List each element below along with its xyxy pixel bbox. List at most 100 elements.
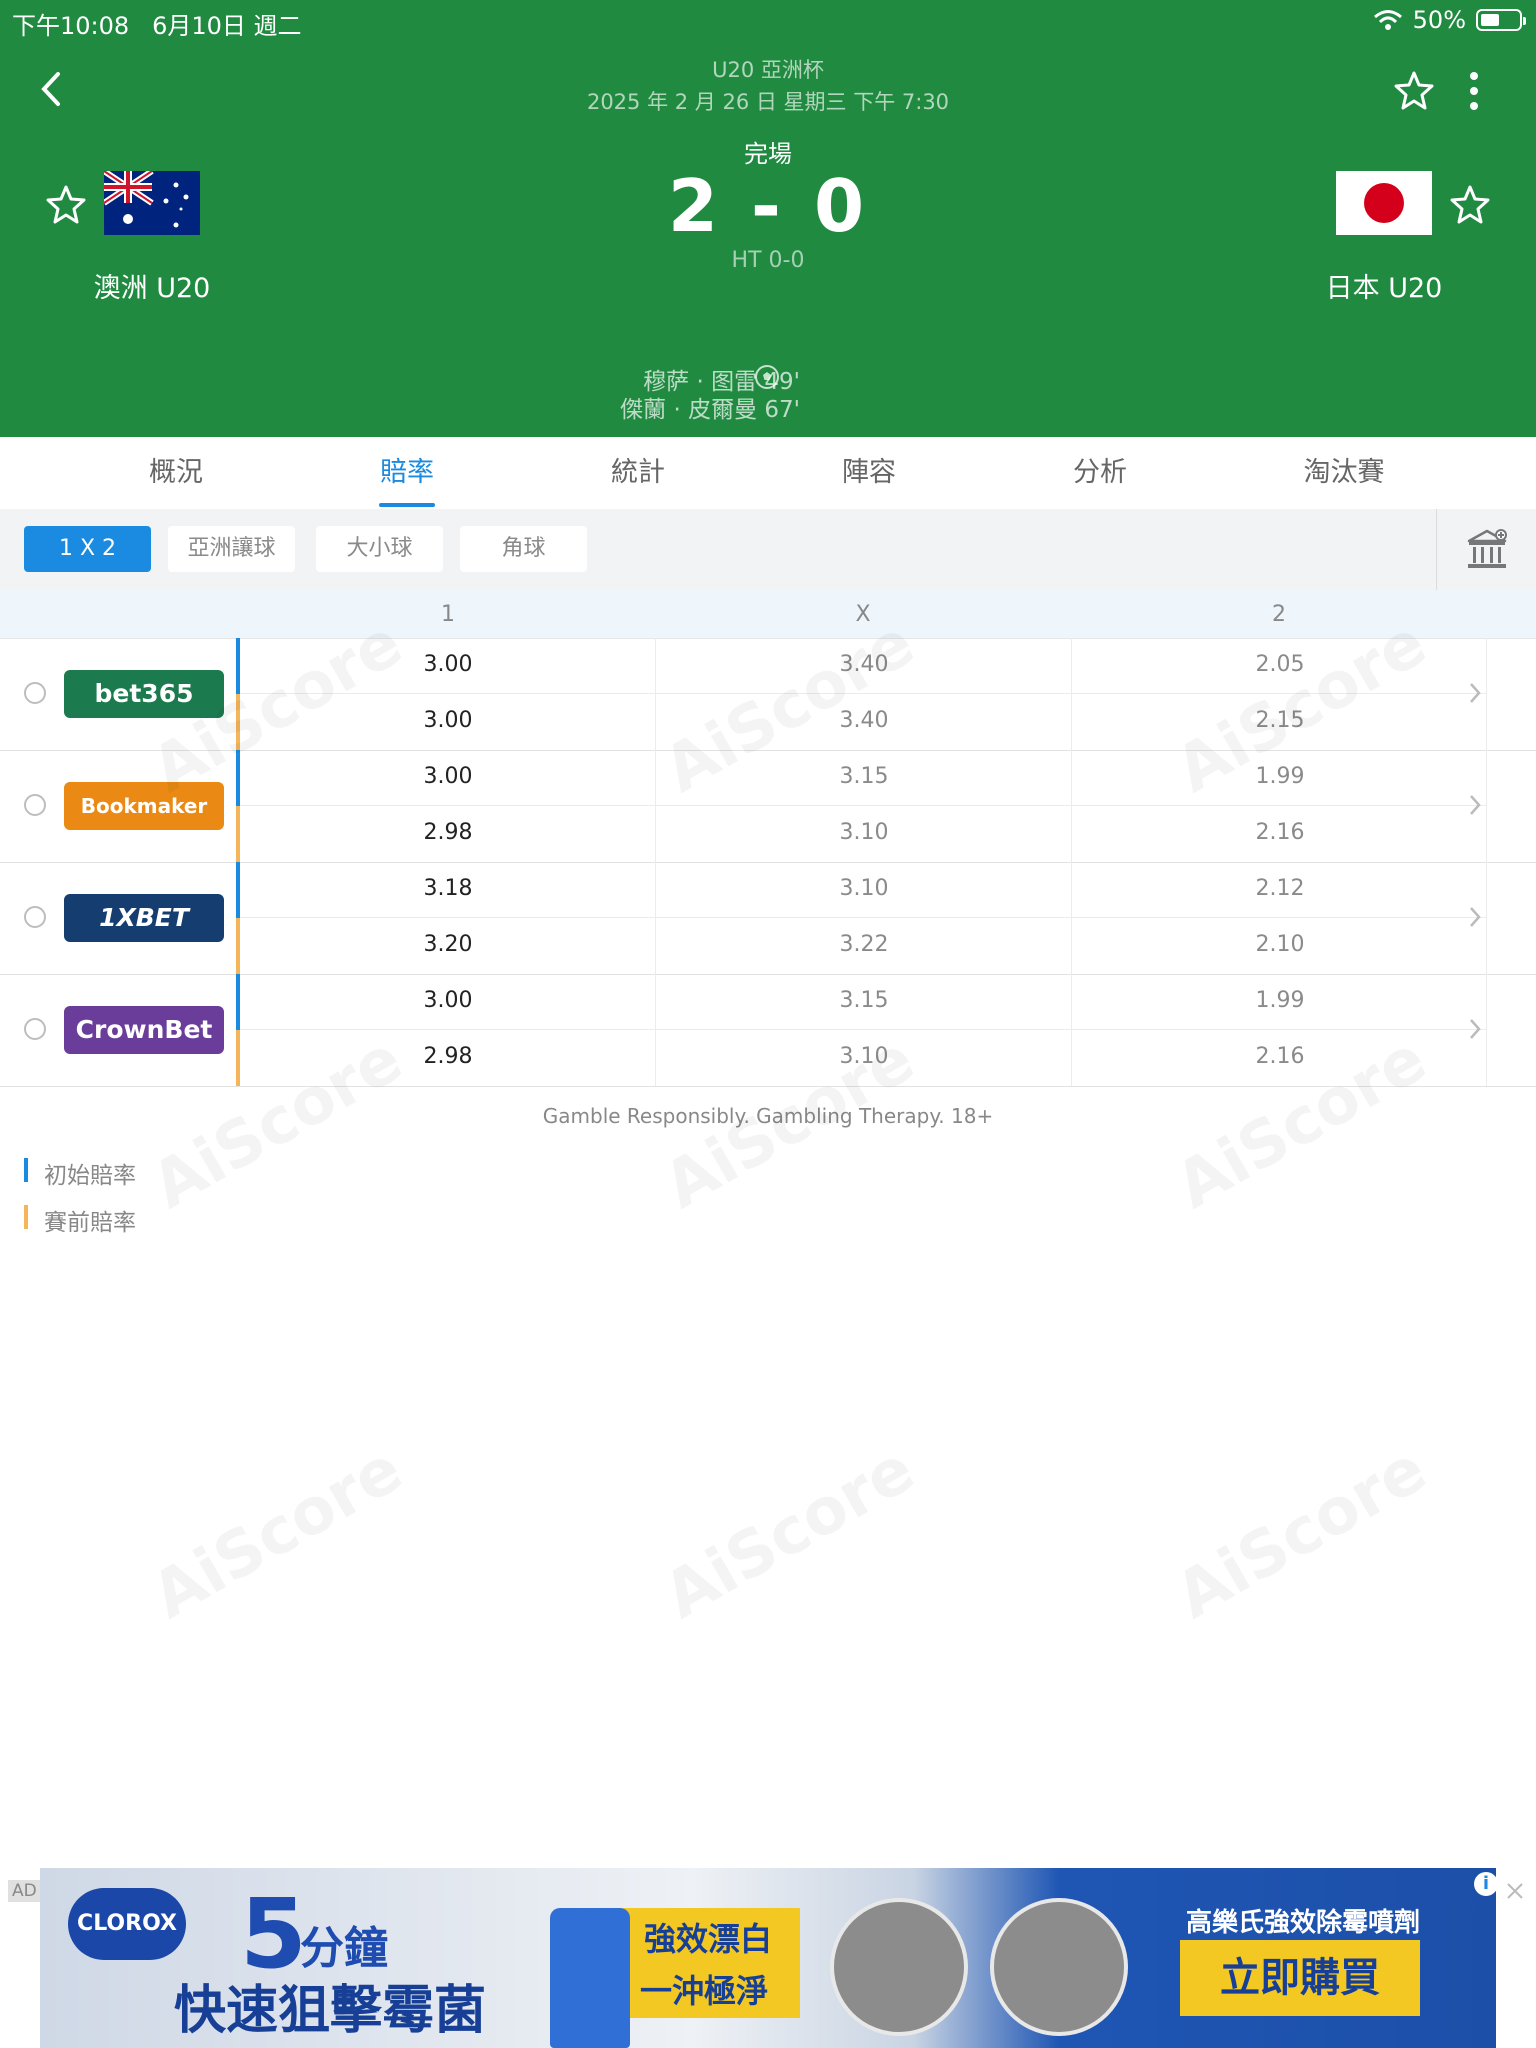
tab-odds[interactable]: 賠率 <box>337 437 477 509</box>
tab-overview[interactable]: 概況 <box>106 437 246 509</box>
status-time: 下午10:08 <box>12 12 130 40</box>
competition-name: U20 亞洲杯 <box>712 58 824 82</box>
initial-odds-marker <box>236 638 240 694</box>
prematch-odds-marker <box>236 694 240 750</box>
chevron-right-icon[interactable] <box>1468 792 1482 818</box>
initial-odd-value: 3.10 <box>839 876 889 901</box>
bookmaker-select-radio[interactable] <box>24 906 46 928</box>
bookmaker-select-radio[interactable] <box>24 794 46 816</box>
bank-icon <box>1467 529 1507 568</box>
prematch-odd-value: 3.00 <box>423 708 473 733</box>
ad-info-icon[interactable]: i <box>1474 1872 1496 1896</box>
tab-lineups[interactable]: 陣容 <box>799 437 939 509</box>
header-away: 2 <box>1272 602 1286 627</box>
initial-odds-marker <box>236 974 240 1030</box>
column-divider <box>1071 750 1072 862</box>
bookmaker-logo: Bookmaker <box>64 782 224 830</box>
legend-initial: 初始賠率 <box>24 1156 136 1190</box>
initial-odd-value: 3.00 <box>423 652 473 677</box>
active-tab-indicator <box>379 503 435 507</box>
column-divider <box>1071 862 1072 974</box>
bookmaker-select-radio[interactable] <box>24 1018 46 1040</box>
status-date: 6月10日 週二 <box>152 12 302 40</box>
ad-after-image <box>990 1898 1128 2036</box>
initial-odd-value: 1.99 <box>1255 764 1305 789</box>
initial-odd-value: 2.05 <box>1255 652 1305 677</box>
bookmaker-logo: CrownBet <box>64 1006 224 1054</box>
prematch-odd-value: 2.10 <box>1255 932 1305 957</box>
soccer-ball-icon <box>755 365 779 389</box>
tab-stats[interactable]: 統計 <box>568 437 708 509</box>
scorer-2: 傑蘭 · 皮爾曼 67' <box>620 397 800 423</box>
prematch-odd-value: 3.40 <box>839 708 889 733</box>
bookmaker-row[interactable]: Bookmaker 3.00 2.98 3.15 3.10 1.99 2.16 <box>0 750 1536 863</box>
market-filter-bar: 1 X 2 亞洲讓球 大小球 角球 <box>0 509 1536 590</box>
chevron-right-icon[interactable] <box>1468 680 1482 706</box>
prematch-odd-value: 2.15 <box>1255 708 1305 733</box>
bookmaker-settings-button[interactable] <box>1436 509 1536 590</box>
column-divider <box>1486 974 1487 1086</box>
chevron-right-icon[interactable] <box>1468 1016 1482 1042</box>
row-divider <box>240 693 1486 694</box>
bookmaker-row[interactable]: 1XBET 3.18 3.20 3.10 3.22 2.12 2.10 <box>0 862 1536 975</box>
column-divider <box>655 638 656 750</box>
bookmaker-logo: 1XBET <box>64 894 224 942</box>
ad-banner[interactable]: CLOROX 5 分鐘 快速狙擊霉菌 強效漂白 一沖極淨 高樂氏強效除霉噴劑 立… <box>40 1868 1496 2048</box>
home-team-star-icon[interactable] <box>46 184 86 224</box>
column-divider <box>1486 638 1487 750</box>
tab-analysis[interactable]: 分析 <box>1030 437 1170 509</box>
initial-odd-value: 3.00 <box>423 988 473 1013</box>
market-1x2[interactable]: 1 X 2 <box>24 526 151 572</box>
match-tabs: 概況 賠率 統計 陣容 分析 淘汰賽 <box>0 437 1536 510</box>
ad-headline: 快速狙擊霉菌 <box>174 1981 487 2041</box>
prematch-odds-marker <box>236 806 240 862</box>
match-score: 2 - 0 <box>667 164 869 248</box>
bookmaker-select-radio[interactable] <box>24 682 46 704</box>
header-draw: X <box>855 602 871 627</box>
column-divider <box>655 750 656 862</box>
column-divider <box>1486 750 1487 862</box>
initial-odd-value: 3.15 <box>839 988 889 1013</box>
header-home: 1 <box>441 602 455 627</box>
tab-knockout[interactable]: 淘汰賽 <box>1274 437 1414 509</box>
initial-odd-value: 3.40 <box>839 652 889 677</box>
legend-prematch-marker <box>24 1205 28 1229</box>
market-over-under[interactable]: 大小球 <box>316 526 443 572</box>
prematch-odd-value: 2.98 <box>423 820 473 845</box>
ad-label: AD <box>8 1880 41 1902</box>
row-divider <box>240 917 1486 918</box>
prematch-odd-value: 2.98 <box>423 1044 473 1069</box>
bookmaker-row[interactable]: bet365 3.00 3.00 3.40 3.40 2.05 2.15 <box>0 638 1536 751</box>
initial-odd-value: 3.18 <box>423 876 473 901</box>
column-divider <box>1071 974 1072 1086</box>
home-team-name[interactable]: 澳洲 U20 <box>42 266 262 305</box>
bookmaker-row[interactable]: CrownBet 3.00 2.98 3.15 3.10 1.99 2.16 <box>0 974 1536 1087</box>
odds-column-headers: 1 X 2 <box>0 590 1536 639</box>
market-asian-handicap[interactable]: 亞洲讓球 <box>168 526 295 572</box>
watermark: AiScore <box>1164 1432 1439 1633</box>
legend-initial-marker <box>24 1158 28 1182</box>
away-team-name[interactable]: 日本 U20 <box>1274 266 1494 305</box>
ad-before-image <box>830 1898 968 2036</box>
australia-flag-icon[interactable] <box>104 171 200 235</box>
battery-icon <box>1476 9 1526 31</box>
watermark: AiScore <box>140 1432 415 1633</box>
bookmaker-logo: bet365 <box>64 670 224 718</box>
match-datetime: 2025 年 2 月 26 日 星期三 下午 7:30 <box>586 90 950 114</box>
battery-percent: 50% <box>1412 6 1466 34</box>
column-divider <box>655 974 656 1086</box>
initial-odd-value: 1.99 <box>1255 988 1305 1013</box>
column-divider <box>1486 862 1487 974</box>
initial-odd-value: 3.00 <box>423 764 473 789</box>
ad-brand-line: 高樂氏強效除霉噴劑 <box>1186 1908 1421 1938</box>
prematch-odds-marker <box>236 918 240 974</box>
chevron-right-icon[interactable] <box>1468 904 1482 930</box>
market-corners[interactable]: 角球 <box>460 526 587 572</box>
prematch-odd-value: 2.16 <box>1255 820 1305 845</box>
ad-brand-logo: CLOROX <box>68 1888 186 1960</box>
away-team-star-icon[interactable] <box>1450 184 1490 224</box>
close-icon[interactable] <box>1504 1880 1526 1902</box>
ad-buy-button[interactable]: 立即購買 <box>1180 1940 1420 2016</box>
japan-flag-icon[interactable] <box>1336 171 1432 235</box>
prematch-odd-value: 3.20 <box>423 932 473 957</box>
